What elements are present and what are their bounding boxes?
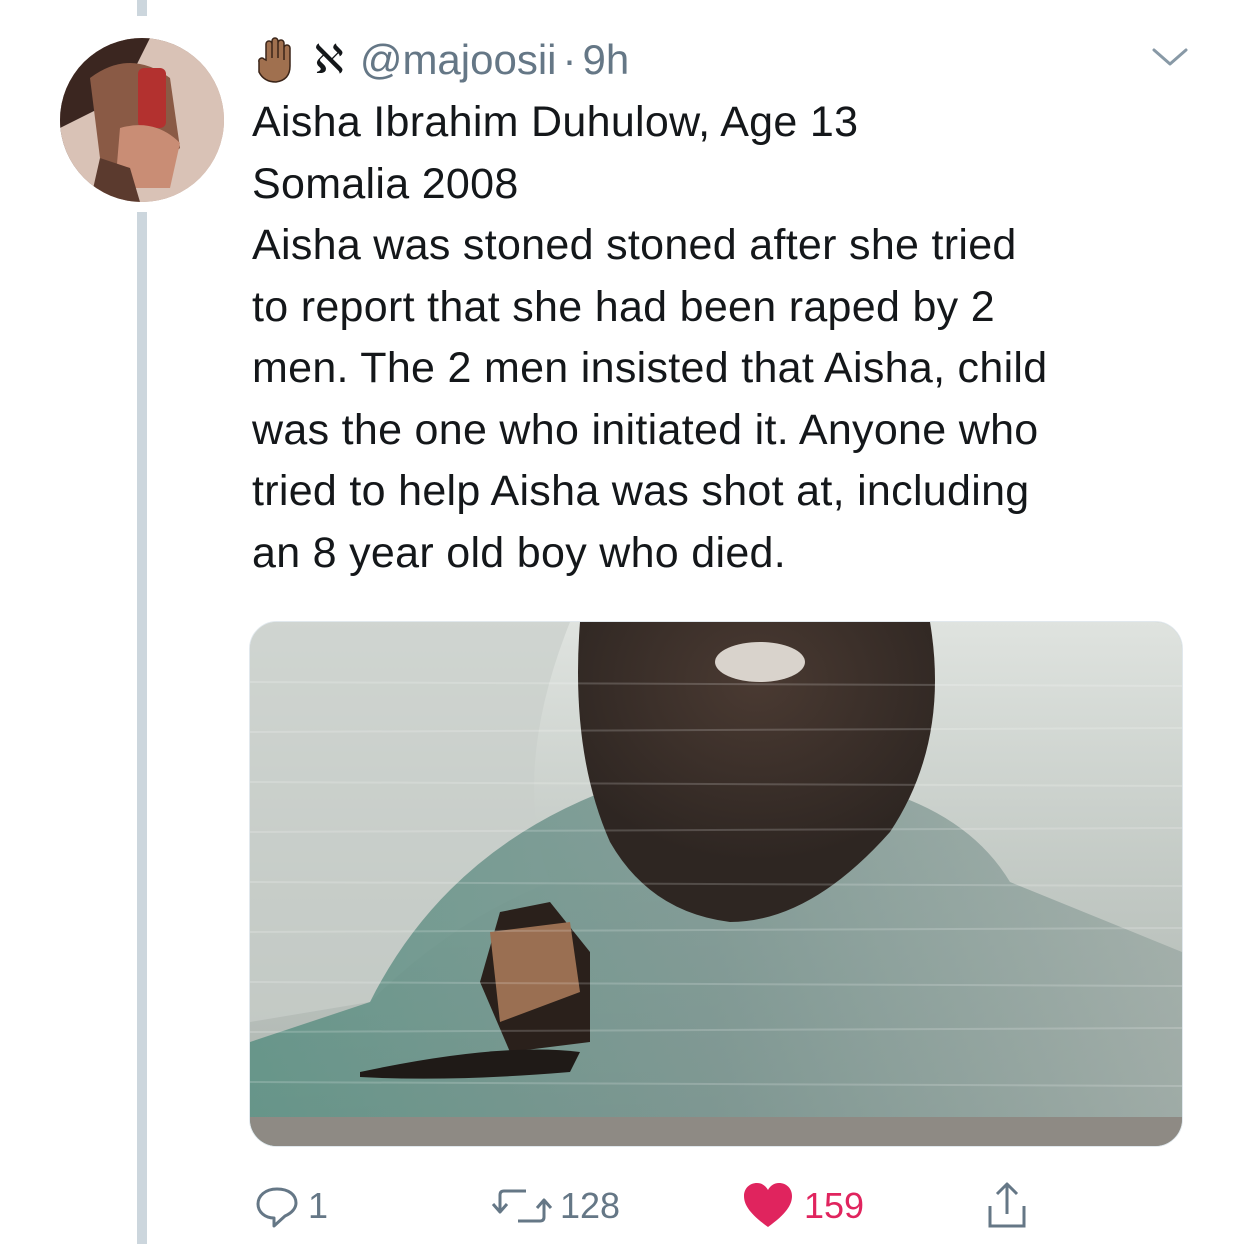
thread-connector: [137, 212, 147, 1244]
tweet-page: ℵ @majoosii · 9h Aisha Ibrahim Duhulow, …: [0, 0, 1242, 1244]
heart-icon: [744, 1183, 792, 1227]
like-button[interactable]: 159: [742, 1178, 864, 1234]
raised-hand-icon: [258, 37, 291, 83]
tweet-text-line: an 8 year old boy who died.: [252, 528, 787, 577]
tweet-photo[interactable]: [249, 621, 1183, 1147]
tweet-text: Aisha Ibrahim Duhulow, Age 13 Somalia 20…: [252, 92, 1212, 584]
chevron-down-icon[interactable]: [1150, 42, 1190, 72]
photo-attachment-image: [250, 622, 1182, 1146]
avatar[interactable]: [60, 38, 224, 202]
header-separator: ·: [562, 36, 577, 83]
thread-connector-top: [137, 0, 147, 16]
user-handle[interactable]: @majoosii: [360, 36, 557, 84]
tweet-text-line: Aisha was stoned stoned after she tried: [252, 221, 1017, 269]
tweet-text-line: Somalia 2008: [252, 159, 519, 208]
reply-count: 1: [308, 1185, 329, 1226]
tweet-text-line: men. The 2 men insisted that Aisha, chil…: [252, 344, 1048, 392]
tweet-text-line: Aisha Ibrahim Duhulow, Age 13: [252, 98, 859, 146]
like-count: 159: [804, 1185, 865, 1226]
share-icon: [988, 1182, 1026, 1228]
tweet-header: ℵ @majoosii · 9h: [252, 30, 629, 90]
retweet-count: 128: [560, 1185, 621, 1226]
avatar-image: [60, 38, 224, 202]
tweet-text-line: tried to help Aisha was shot at, includi…: [252, 467, 1030, 515]
display-name-glyph[interactable]: ℵ: [314, 37, 344, 83]
reply-button[interactable]: 1: [252, 1178, 328, 1234]
reply-icon: [256, 1187, 298, 1228]
tweet-text-line: was the one who initiated it. Anyone who: [252, 405, 1039, 454]
share-button[interactable]: [982, 1178, 1032, 1234]
retweet-button[interactable]: 128: [490, 1178, 620, 1234]
tweet-actions: 1 128 159: [252, 1178, 1052, 1234]
tweet-time[interactable]: 9h: [583, 36, 630, 84]
retweet-icon: [491, 1189, 553, 1223]
tweet-text-line: to report that she had been raped by 2: [252, 282, 995, 331]
